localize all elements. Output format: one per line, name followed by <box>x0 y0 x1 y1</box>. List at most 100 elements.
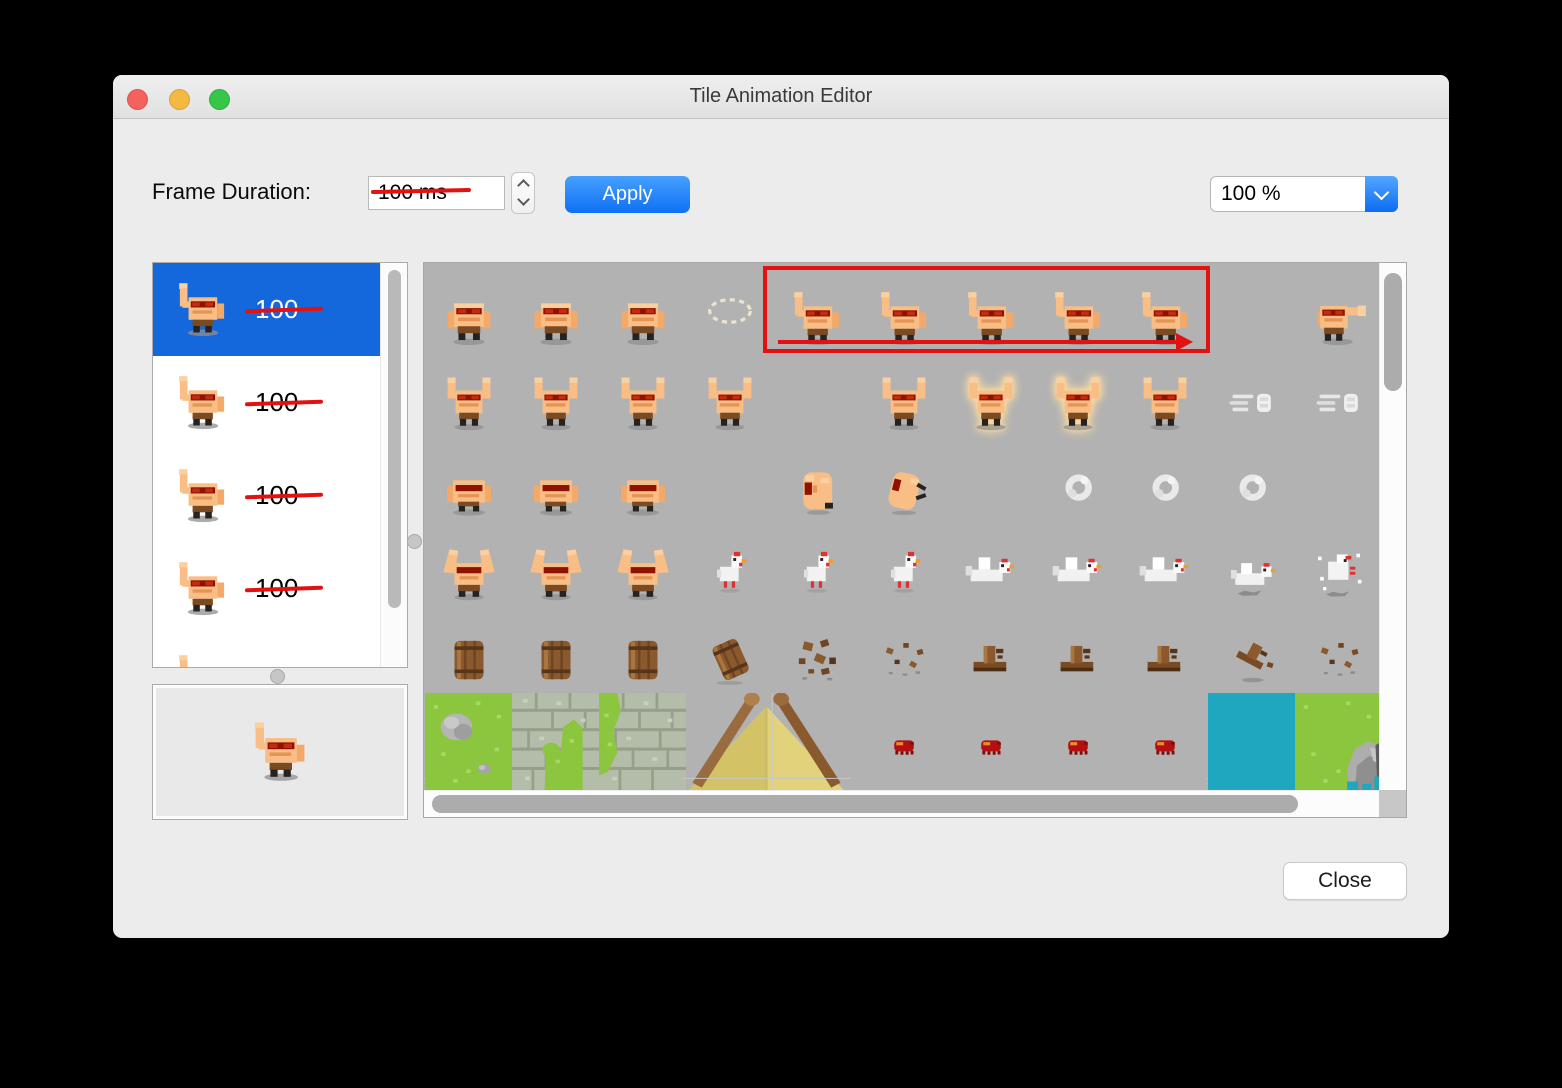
tile-fx-pieces2[interactable] <box>1295 608 1379 693</box>
cv-crouch-icon <box>440 460 498 518</box>
tile-bug[interactable] <box>860 693 947 790</box>
tile-bug[interactable] <box>947 693 1034 790</box>
chicken-land-icon <box>1223 545 1281 603</box>
tile-bug[interactable] <box>1034 693 1121 790</box>
cv-armsup-icon <box>440 375 498 433</box>
t-grass-icon <box>425 693 512 790</box>
frame-row[interactable]: 100 <box>153 635 407 667</box>
chicken-fly-icon <box>962 545 1020 603</box>
tile-cv-crouch[interactable] <box>512 438 599 523</box>
tile-cv-stand[interactable] <box>512 268 599 353</box>
tile-fx-pieces2[interactable] <box>860 608 947 693</box>
frame-list-scrollbar[interactable] <box>380 263 407 667</box>
tile-cv-crouch[interactable] <box>425 438 512 523</box>
tile-fx-puff[interactable] <box>1208 438 1295 523</box>
cv-armsup-icon <box>701 375 759 433</box>
tile-cv-stand[interactable] <box>599 268 686 353</box>
wood-clump-icon <box>1049 630 1107 688</box>
annotation-strike-frame <box>244 492 324 500</box>
stepper-down-icon[interactable] <box>516 193 530 206</box>
tile-fx-puff[interactable] <box>1034 438 1121 523</box>
tile-cv-armsup[interactable] <box>425 353 512 438</box>
tile-cv-armsup[interactable] <box>512 353 599 438</box>
cv-armswide-icon <box>614 545 672 603</box>
tile-chicken[interactable] <box>860 523 947 608</box>
tile-chicken-land[interactable] <box>1208 523 1295 608</box>
tile-fx-pieces[interactable] <box>773 608 860 693</box>
tile-barrel[interactable] <box>599 608 686 693</box>
tile-fx-puff[interactable] <box>1121 438 1208 523</box>
tile-fx-dash[interactable] <box>1295 353 1379 438</box>
tile-chicken[interactable] <box>773 523 860 608</box>
frame-list-scrollbar-thumb[interactable] <box>388 270 401 608</box>
tileset-content[interactable] <box>424 263 1379 790</box>
wood-clump-icon <box>962 630 1020 688</box>
frame-list[interactable]: 100 100 100 100 100 <box>152 262 408 668</box>
tile-cv-punch[interactable] <box>1295 268 1379 353</box>
tile-cv-armsup[interactable] <box>599 353 686 438</box>
tile-chicken-fly[interactable] <box>1121 523 1208 608</box>
preview-sprite <box>248 720 312 784</box>
barrel-icon <box>440 630 498 688</box>
frame-duration-stepper[interactable] <box>511 172 535 214</box>
tile-cv-roll[interactable] <box>773 438 860 523</box>
tile-barrel[interactable] <box>512 608 599 693</box>
tile-t-stonegrass[interactable] <box>512 693 599 790</box>
tile-chicken-fly[interactable] <box>1034 523 1121 608</box>
tile-cv-armsup[interactable] <box>686 353 773 438</box>
cv-stand-icon <box>440 290 498 348</box>
tile-chicken-fly[interactable] <box>947 523 1034 608</box>
tile-tent[interactable] <box>683 693 850 790</box>
frame-row[interactable]: 100 <box>153 356 407 449</box>
tileset-vertical-scrollbar-thumb[interactable] <box>1384 273 1402 391</box>
tile-t-grassrock[interactable] <box>1295 693 1379 790</box>
tile-fx-dash[interactable] <box>1208 353 1295 438</box>
tile-t-water[interactable] <box>1208 693 1295 790</box>
apply-button[interactable]: Apply <box>565 176 690 213</box>
tile-t-grass[interactable] <box>425 693 512 790</box>
cv-armsup-icon <box>1049 375 1107 433</box>
zoom-dropdown-button[interactable] <box>1365 176 1398 212</box>
tile-bug[interactable] <box>1121 693 1208 790</box>
tile-chicken[interactable] <box>686 523 773 608</box>
frame-duration-label: Frame Duration: <box>152 179 311 204</box>
cv-armsup-icon <box>1136 375 1194 433</box>
tile-cv-armsup[interactable] <box>1121 353 1208 438</box>
tile-chicken-flap[interactable] <box>1295 523 1379 608</box>
fx-puff-icon <box>1136 460 1194 518</box>
annotation-red-arrowhead <box>1176 333 1193 351</box>
tileset-horizontal-scrollbar-thumb[interactable] <box>432 795 1298 813</box>
frame-row[interactable]: 100 <box>153 449 407 542</box>
tile-barrel-roll[interactable] <box>686 608 773 693</box>
tile-cv-armsup[interactable] <box>1034 353 1121 438</box>
tile-wood-clump[interactable] <box>1121 608 1208 693</box>
horizontal-splitter-handle[interactable] <box>270 669 285 684</box>
zoom-select[interactable]: 100 % <box>1210 176 1398 212</box>
frame-row[interactable]: 100 <box>153 263 407 356</box>
frame-row[interactable]: 100 <box>153 542 407 635</box>
tile-wood-clump[interactable] <box>1034 608 1121 693</box>
tile-cv-crouch[interactable] <box>599 438 686 523</box>
tile-barrel[interactable] <box>425 608 512 693</box>
tile-marker[interactable] <box>686 268 773 353</box>
tileset-vertical-scrollbar[interactable] <box>1379 263 1406 790</box>
tile-cv-roll2[interactable] <box>860 438 947 523</box>
stepper-up-icon[interactable] <box>516 179 530 192</box>
tile-cv-armswide[interactable] <box>599 523 686 608</box>
tile-cv-stand[interactable] <box>425 268 512 353</box>
close-button[interactable]: Close <box>1283 862 1407 900</box>
tile-cv-armsup[interactable] <box>860 353 947 438</box>
tile-wood-fall[interactable] <box>1208 608 1295 693</box>
marker-icon <box>701 282 759 340</box>
barrel-icon <box>614 630 672 688</box>
tile-cv-armsup[interactable] <box>947 353 1034 438</box>
tile-t-stone[interactable] <box>599 693 686 790</box>
chicken-icon <box>701 545 759 603</box>
titlebar[interactable]: Tile Animation Editor <box>113 75 1449 119</box>
tile-cv-armswide[interactable] <box>425 523 512 608</box>
vertical-splitter-handle[interactable] <box>407 534 422 549</box>
tile-cv-armswide[interactable] <box>512 523 599 608</box>
tile-wood-clump[interactable] <box>947 608 1034 693</box>
tileset-horizontal-scrollbar[interactable] <box>424 790 1379 817</box>
chicken-fly-icon <box>1136 545 1194 603</box>
